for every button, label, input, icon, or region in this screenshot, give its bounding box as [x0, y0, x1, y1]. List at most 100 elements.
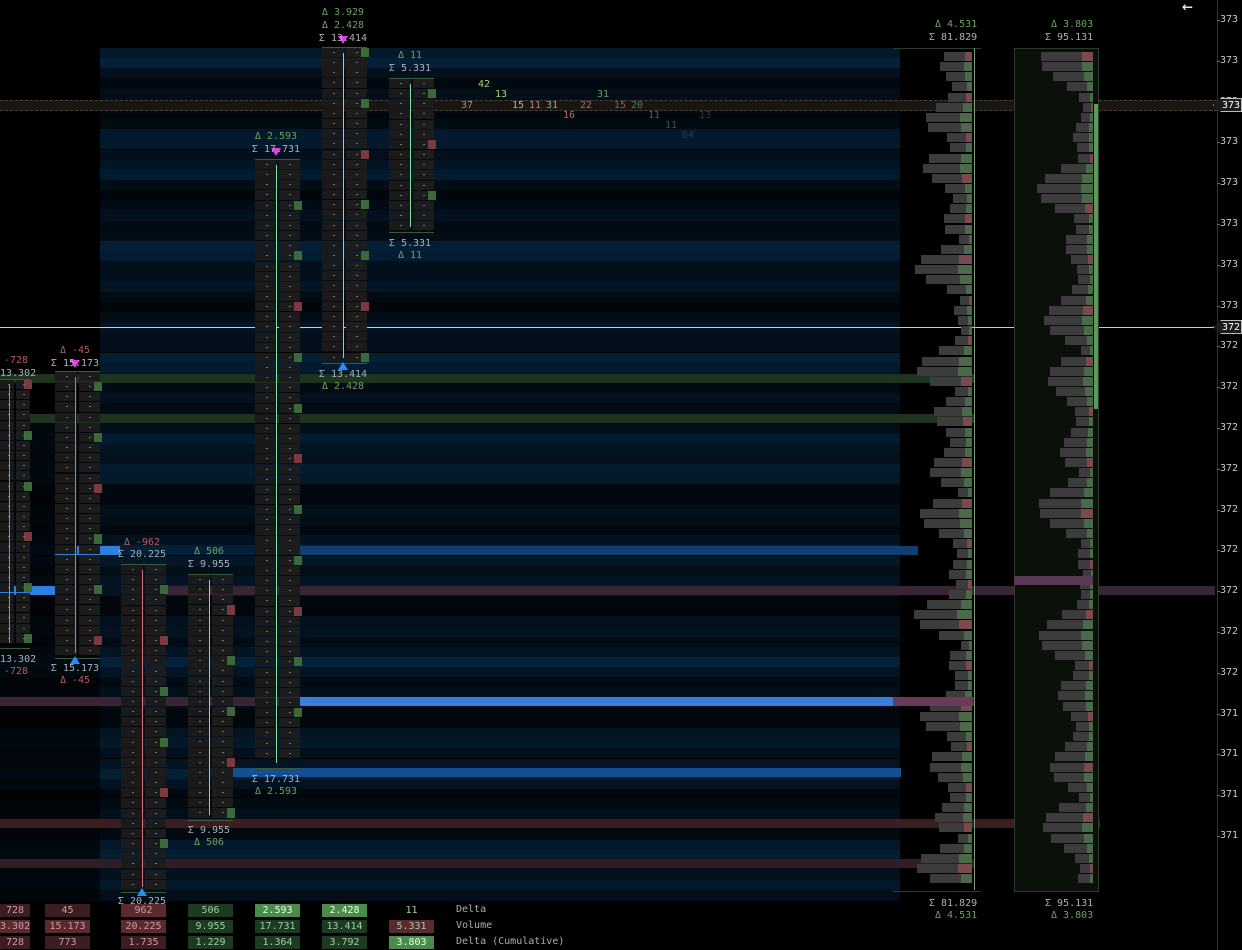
cluster-dot: [88, 650, 91, 652]
cluster-dot: [288, 651, 291, 653]
cluster-dot: [154, 609, 157, 611]
profile-bar-delta: [1090, 92, 1093, 102]
cluster-dot: [288, 336, 291, 338]
candle-wick: [75, 377, 76, 653]
profile-bar: [1049, 305, 1083, 315]
profile-bar-delta: [1082, 52, 1093, 61]
cluster-dot: [266, 742, 269, 744]
cluster-dot: [266, 306, 269, 308]
heatmap-row: [100, 393, 900, 404]
cluster-dot: [355, 265, 358, 267]
cluster-dot: [288, 417, 291, 419]
cluster-dot: [288, 610, 291, 612]
cluster-dot: [88, 619, 91, 621]
cluster-imbalance: [160, 788, 168, 798]
cluster-dot: [400, 93, 403, 95]
cluster-dot: [422, 143, 425, 145]
profile-bar: [928, 123, 961, 133]
footprint-chart[interactable]: -728 13.302 13.302 -728 Δ -45 Σ 15.173 Σ…: [0, 0, 1242, 950]
profile-bar-delta: [966, 437, 972, 447]
cluster-dot: [132, 660, 135, 662]
cluster-dot: [288, 438, 291, 440]
cluster-dot: [266, 204, 269, 206]
cluster-dot: [288, 600, 291, 602]
cluster-dot: [199, 751, 202, 753]
profile-bar: [1073, 671, 1089, 681]
profile-bar: [1061, 295, 1086, 305]
cluster-imbalance: [361, 251, 369, 261]
cluster-dot: [266, 427, 269, 429]
cluster-dot: [22, 444, 25, 446]
cluster-dot: [66, 406, 69, 408]
profile-bar-delta: [1082, 640, 1093, 650]
profile-bar: [1047, 620, 1083, 630]
profile-bar: [1079, 92, 1090, 102]
cluster-dot: [199, 690, 202, 692]
heatmap-row: [100, 68, 900, 79]
cluster-dot: [154, 650, 157, 652]
heatmap-row: [0, 728, 100, 739]
profile-bar: [1077, 600, 1089, 610]
profile-bar: [947, 133, 966, 143]
profile-bar-delta: [1084, 488, 1093, 498]
profile-delta-top: Δ 3.803: [1051, 19, 1094, 30]
stats-volume-cell: 13.414: [322, 920, 367, 933]
profile-bar-delta: [964, 478, 972, 488]
profile-bar-delta: [965, 183, 972, 193]
profile-bar-delta: [967, 539, 972, 549]
cluster-dot: [88, 477, 91, 479]
cluster-dot: [266, 387, 269, 389]
cluster-dot: [221, 812, 224, 814]
profile-bar-delta: [1090, 864, 1093, 873]
heatmap-row: [0, 778, 100, 789]
cluster-dot: [288, 488, 291, 490]
profile-bar-delta: [1084, 366, 1093, 376]
profile-bar: [937, 417, 963, 427]
cluster-dot: [266, 630, 269, 632]
cluster-imbalance: [361, 352, 369, 362]
price-tick-label: 371: [1220, 748, 1239, 760]
cluster-dot: [333, 285, 336, 287]
cluster-dot: [266, 498, 269, 500]
profile-bar: [950, 204, 966, 214]
cluster-dot: [400, 194, 403, 196]
cluster-sum-top: Σ 17.731: [251, 144, 301, 155]
cluster-dot: [422, 204, 425, 206]
cluster-dot: [333, 82, 336, 84]
cluster-dot: [154, 569, 157, 570]
heatmap-row: [100, 525, 900, 536]
cluster-statistics: Delta Volume Delta (Cumulative) 728 3.302…: [0, 900, 1217, 950]
profile-bar: [947, 285, 966, 295]
profile-bar: [1067, 397, 1087, 407]
profile-bar-delta: [966, 569, 972, 579]
profile-bar: [1075, 661, 1089, 670]
cluster-dot: [199, 812, 202, 814]
cluster-dot: [132, 792, 135, 794]
profile-bar-delta: [966, 650, 972, 660]
cluster-imbalance: [294, 606, 302, 616]
profile-bar-delta: [959, 853, 972, 863]
profile-sum-top: Σ 95.131: [1045, 32, 1094, 43]
stats-volume-cell: 3.302: [0, 920, 31, 933]
profile-bar-delta: [962, 752, 972, 762]
cluster-dot: [288, 580, 291, 582]
profile-bar-delta: [1086, 610, 1093, 620]
profile-bar: [957, 549, 968, 559]
cluster-dot: [355, 285, 358, 287]
profile-bar: [938, 772, 963, 782]
cluster-dot: [199, 670, 202, 672]
cluster-imbalance: [94, 432, 102, 443]
profile-bar-delta: [1090, 874, 1093, 884]
profile-bar: [945, 183, 965, 193]
cluster-dot: [333, 133, 336, 135]
back-arrow-icon[interactable]: ←: [1182, 0, 1206, 18]
cluster-dot: [221, 629, 224, 631]
cluster-dot: [154, 599, 157, 601]
cluster-dot: [154, 812, 157, 814]
profile-bar: [1040, 508, 1081, 518]
candle-wick: [142, 570, 143, 887]
liquidity-bar: [233, 768, 901, 777]
candle-wick: [410, 84, 411, 227]
profile-bar: [958, 833, 968, 843]
cluster-dot: [221, 731, 224, 733]
